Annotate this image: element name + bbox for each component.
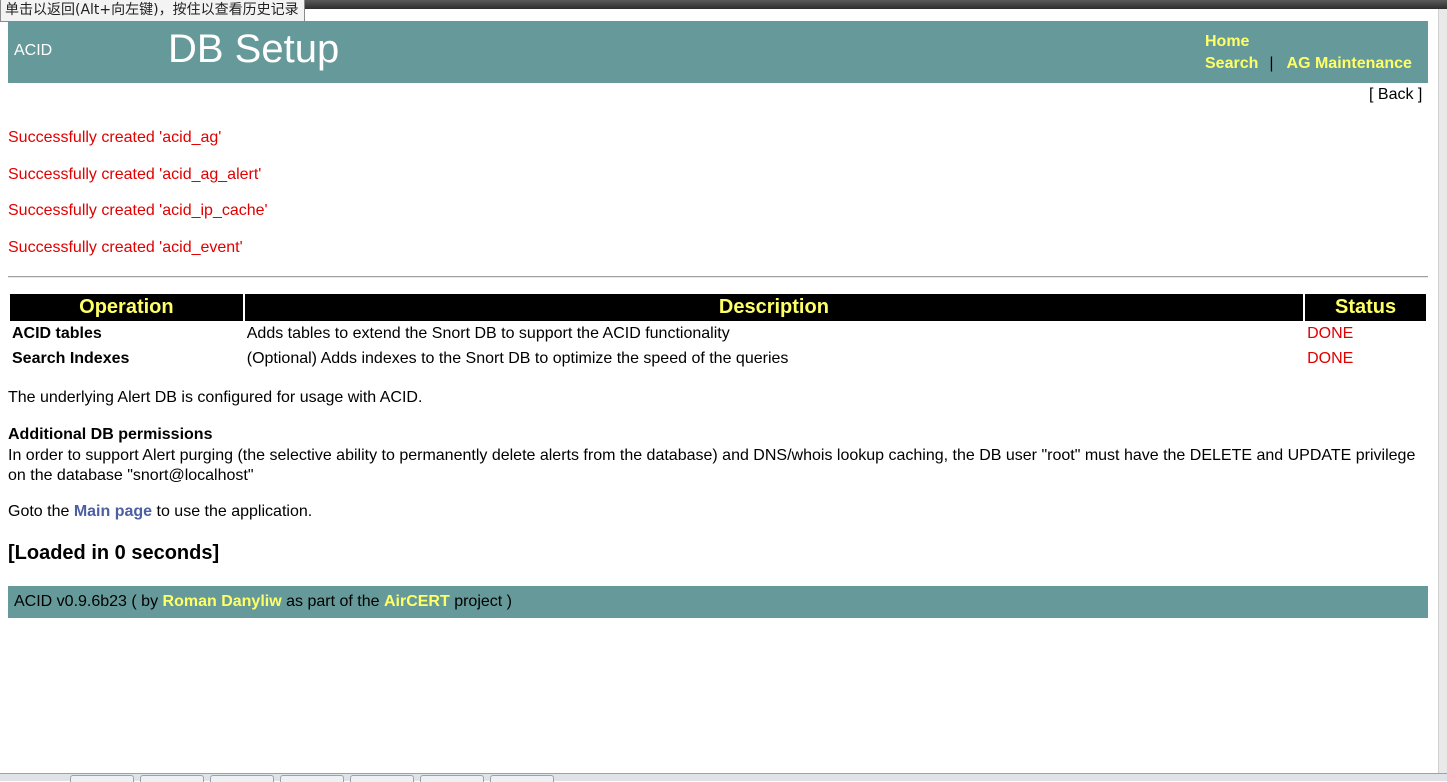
table-row: ACID tables Adds tables to extend the Sn… — [10, 321, 1426, 346]
back-link[interactable]: [ Back ] — [1369, 86, 1422, 103]
load-time: [Loaded in 0 seconds] — [8, 542, 220, 564]
vertical-scrollbar[interactable] — [1438, 9, 1447, 780]
nav-separator: | — [1269, 55, 1274, 72]
footer-version: ACID v0.9.6b23 ( by — [14, 593, 159, 610]
page-title: DB Setup — [168, 27, 340, 71]
table-header-row: Operation Description Status — [10, 294, 1426, 321]
main-page-link[interactable]: Main page — [74, 503, 152, 520]
table-row: Search Indexes (Optional) Adds indexes t… — [10, 346, 1426, 371]
taskbar-button[interactable] — [420, 775, 484, 782]
back-button-tooltip: 单击以返回(Alt+向左键)，按住以查看历史记录 — [0, 0, 305, 22]
success-message: Successfully created 'acid_ag' — [8, 129, 222, 146]
taskbar-button[interactable] — [280, 775, 344, 782]
permissions-heading: Additional DB permissions — [8, 426, 213, 443]
page-footer: ACID v0.9.6b23 ( by Roman Danyliw as par… — [8, 586, 1428, 618]
success-message: Successfully created 'acid_ip_cache' — [8, 202, 268, 219]
page-header: ACID DB Setup Home Search | AG Maintenance — [8, 21, 1428, 83]
status-cell: DONE — [1307, 349, 1354, 367]
footer-text: ACID v0.9.6b23 ( by Roman Danyliw as par… — [14, 586, 512, 618]
description-cell: Adds tables to extend the Snort DB to su… — [246, 324, 730, 342]
nav-home-link[interactable]: Home — [1205, 33, 1249, 50]
column-header-description: Description — [244, 294, 1304, 321]
header-nav: Home Search | AG Maintenance — [1205, 31, 1412, 75]
divider — [8, 276, 1428, 278]
aircert-link[interactable]: AirCERT — [384, 593, 450, 610]
success-messages: Successfully created 'acid_ag' Successfu… — [8, 129, 268, 275]
goto-suffix: to use the application. — [156, 503, 313, 520]
footer-middle: as part of the — [286, 593, 380, 610]
author-link[interactable]: Roman Danyliw — [163, 593, 282, 610]
operation-cell: Search Indexes — [12, 349, 130, 367]
success-message: Successfully created 'acid_event' — [8, 238, 243, 256]
column-header-operation: Operation — [10, 294, 243, 321]
back-link-container: [ Back ] — [1369, 86, 1422, 104]
description-cell: (Optional) Adds indexes to the Snort DB … — [246, 349, 789, 367]
operations-table: Operation Description Status ACID tables… — [8, 294, 1428, 371]
goto-prefix: Goto the — [8, 503, 70, 520]
app-brand: ACID — [14, 42, 53, 59]
taskbar-button[interactable] — [210, 775, 274, 782]
nav-search-link[interactable]: Search — [1205, 55, 1258, 72]
taskbar-button[interactable] — [490, 775, 554, 782]
configured-text: The underlying Alert DB is configured fo… — [8, 389, 423, 406]
footer-suffix: project ) — [454, 593, 512, 610]
goto-text: Goto the Main page to use the applicatio… — [8, 503, 312, 521]
status-cell: DONE — [1307, 324, 1354, 342]
taskbar-button[interactable] — [140, 775, 204, 782]
taskbar-button[interactable] — [70, 775, 134, 782]
taskbar-button[interactable] — [350, 775, 414, 782]
nav-ag-maintenance-link[interactable]: AG Maintenance — [1287, 55, 1412, 72]
success-message: Successfully created 'acid_ag_alert' — [8, 165, 262, 183]
permissions-text: In order to support Alert purging (the s… — [8, 447, 1416, 484]
column-header-status: Status — [1305, 294, 1426, 321]
operation-cell: ACID tables — [12, 324, 102, 342]
